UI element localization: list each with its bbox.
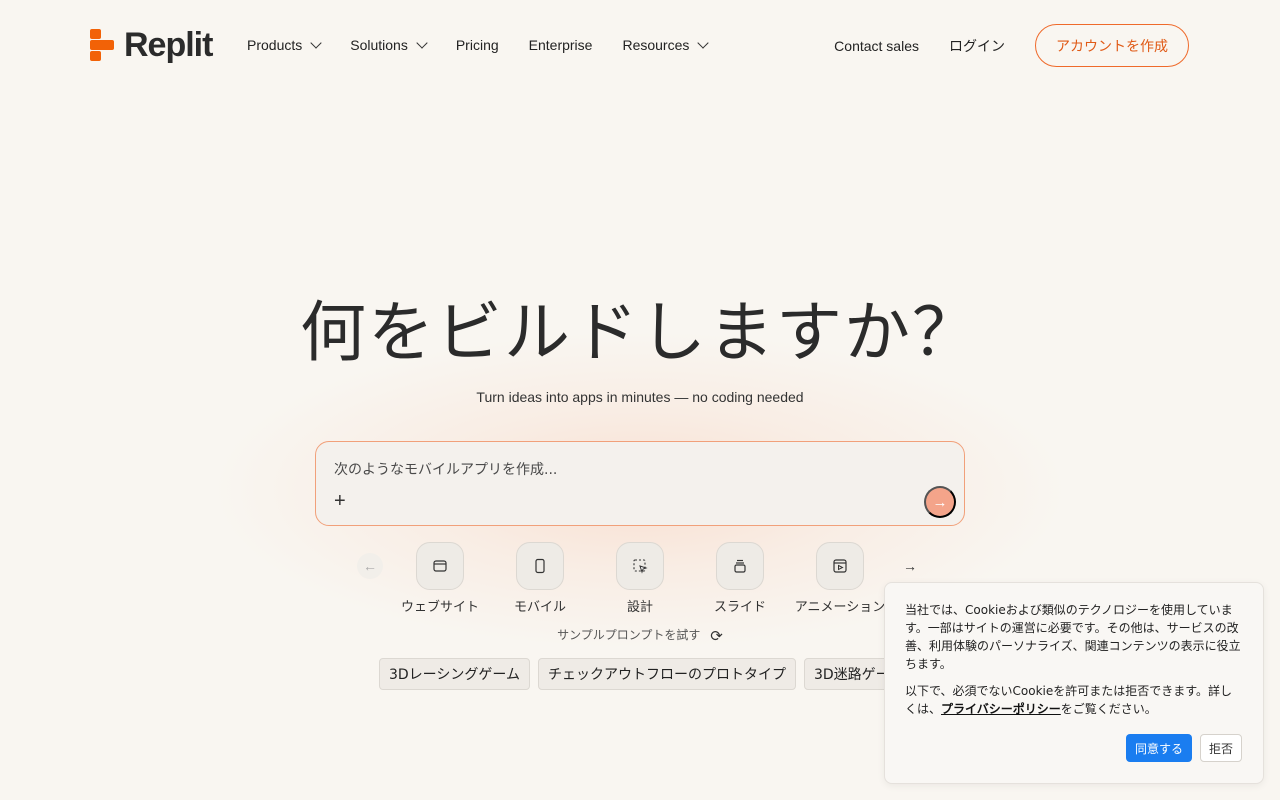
nav-resources[interactable]: Resources bbox=[622, 37, 710, 53]
plus-icon[interactable]: + bbox=[334, 491, 346, 511]
slides-stack-icon bbox=[716, 542, 764, 590]
category-website-label: ウェブサイト bbox=[400, 600, 479, 615]
category-animation[interactable]: アニメーション bbox=[790, 542, 890, 615]
cookie-text: 当社では、Cookieおよび類似のテクノロジーを使用しています。一部はサイトの運… bbox=[905, 603, 1241, 671]
animation-play-icon bbox=[816, 542, 864, 590]
arrow-right-icon: → bbox=[932, 493, 948, 511]
carousel-next-button[interactable]: → bbox=[897, 553, 923, 579]
nav-solutions-label: Solutions bbox=[350, 37, 408, 53]
send-button[interactable]: → bbox=[924, 486, 956, 518]
sample-chip[interactable]: チェックアウトフローのプロトタイプ bbox=[538, 658, 796, 690]
cookie-text-after: をご覧ください。 bbox=[1060, 702, 1157, 716]
replit-logo-icon bbox=[90, 29, 114, 61]
nav-enterprise[interactable]: Enterprise bbox=[529, 37, 593, 53]
category-slides[interactable]: スライド bbox=[690, 542, 790, 615]
cookie-banner: 当社では、Cookieおよび類似のテクノロジーを使用しています。一部はサイトの運… bbox=[884, 582, 1264, 784]
browser-window-icon bbox=[416, 542, 464, 590]
top-nav: Replit Products Solutions Pricing Enterp… bbox=[0, 0, 1280, 92]
nav-resources-label: Resources bbox=[622, 37, 690, 53]
chevron-down-icon bbox=[697, 37, 710, 49]
sample-prompts-label: サンプルプロンプトを試す bbox=[557, 628, 701, 642]
category-slides-label: スライド bbox=[713, 600, 766, 615]
chevron-down-icon bbox=[416, 37, 428, 49]
nav-products[interactable]: Products bbox=[247, 37, 322, 53]
category-animation-label: アニメーション bbox=[794, 600, 886, 615]
carousel-prev-button[interactable]: ← bbox=[357, 553, 383, 579]
privacy-policy-link[interactable]: プライバシーポリシー bbox=[941, 702, 1061, 716]
chevron-down-icon bbox=[310, 37, 322, 49]
hero-subtitle: Turn ideas into apps in minutes — no cod… bbox=[476, 389, 804, 405]
prompt-box: + → bbox=[315, 441, 965, 526]
nav-products-label: Products bbox=[247, 37, 303, 53]
nav-pricing[interactable]: Pricing bbox=[456, 37, 499, 53]
design-select-icon bbox=[616, 542, 664, 590]
sample-chips: 3Dレーシングゲーム チェックアウトフローのプロトタイプ 3D迷路ゲーム bbox=[379, 658, 914, 690]
mobile-phone-icon bbox=[516, 542, 564, 590]
nav-actions: Contact sales ログイン アカウントを作成 bbox=[834, 24, 1189, 67]
main-nav: Products Solutions Pricing Enterprise Re… bbox=[247, 37, 710, 53]
reject-cookies-button[interactable]: 拒否 bbox=[1199, 734, 1242, 762]
sample-chip[interactable]: 3Dレーシングゲーム bbox=[379, 658, 530, 690]
cookie-actions: 同意する 拒否 bbox=[1125, 734, 1242, 762]
prompt-input[interactable] bbox=[334, 459, 894, 481]
nav-pricing-label: Pricing bbox=[455, 37, 499, 53]
arrow-right-icon: → bbox=[903, 558, 917, 574]
category-design[interactable]: 設計 bbox=[590, 542, 690, 615]
replit-logo[interactable]: Replit bbox=[90, 26, 213, 64]
arrow-left-icon: ← bbox=[363, 558, 377, 574]
category-mobile[interactable]: モバイル bbox=[490, 542, 590, 615]
nav-enterprise-label: Enterprise bbox=[528, 37, 593, 53]
refresh-icon[interactable]: ⟳ bbox=[710, 627, 723, 645]
hero-title: 何をビルドしますか？ bbox=[300, 294, 980, 371]
category-design-label: 設計 bbox=[626, 600, 653, 615]
category-mobile-label: モバイル bbox=[513, 600, 566, 615]
category-website[interactable]: ウェブサイト bbox=[390, 542, 490, 615]
brand-name: Replit bbox=[124, 26, 213, 64]
cookie-text-secondary: 以下で、必須でないCookieを許可または拒否できます。詳しくは、プライバシーポ… bbox=[905, 682, 1243, 718]
nav-solutions[interactable]: Solutions bbox=[350, 37, 428, 53]
signup-button[interactable]: アカウントを作成 bbox=[1035, 24, 1189, 67]
accept-cookies-button[interactable]: 同意する bbox=[1125, 734, 1192, 762]
contact-sales-link[interactable]: Contact sales bbox=[834, 38, 919, 54]
login-link[interactable]: ログイン bbox=[949, 36, 1005, 56]
